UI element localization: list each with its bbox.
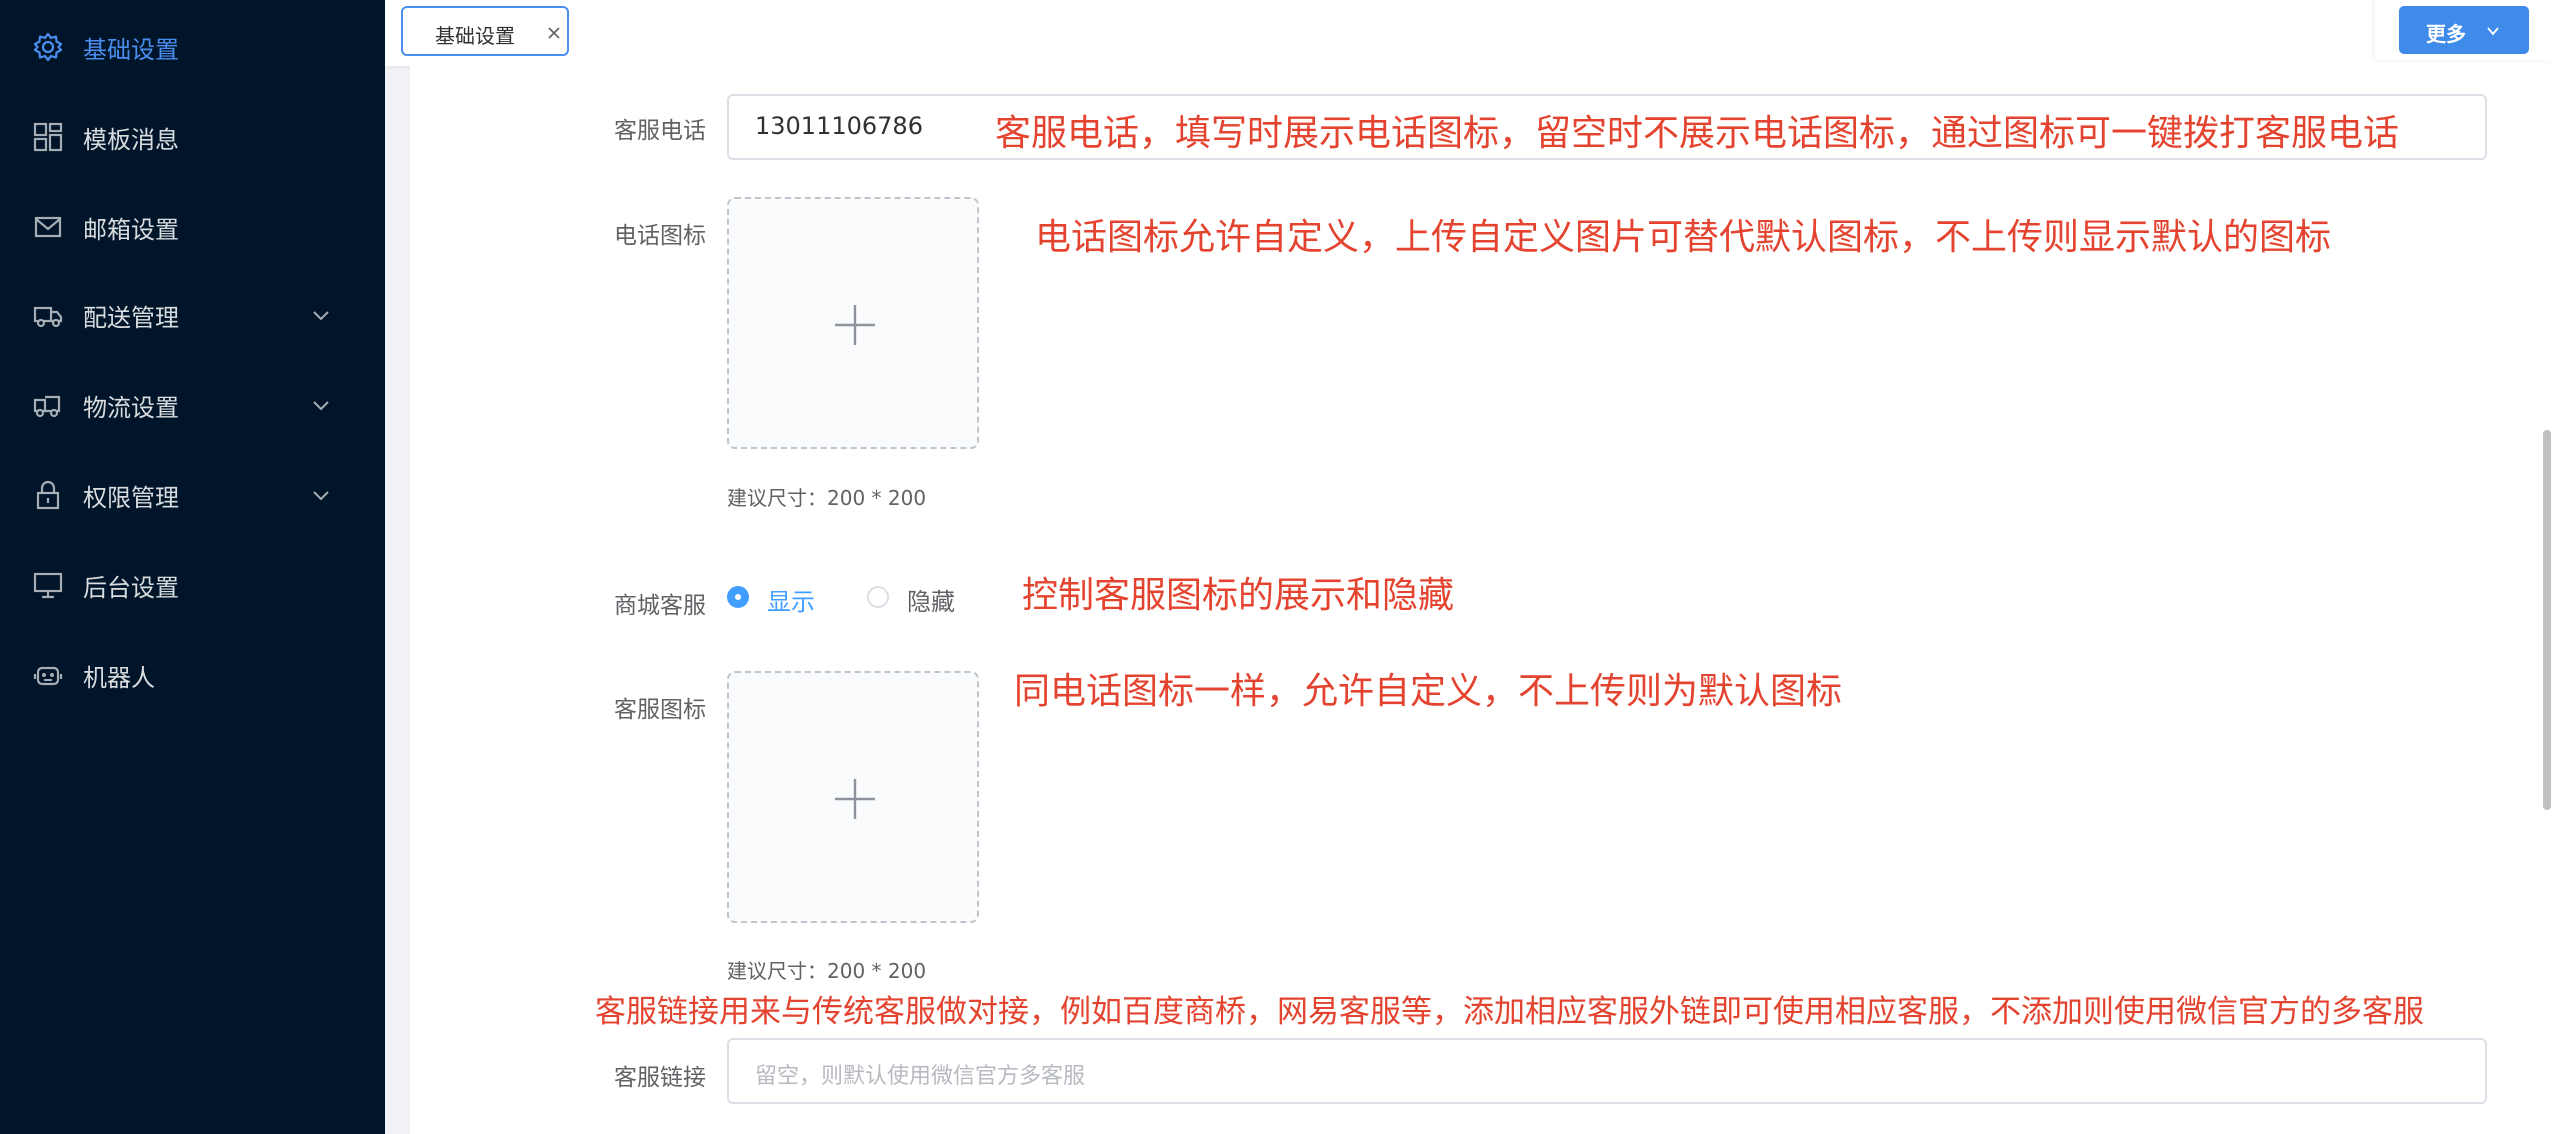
sidebar-item-basic-settings[interactable]: 基础设置 (0, 2, 385, 92)
chevron-down-icon (310, 394, 332, 416)
sidebar: 基础设置 模板消息 邮箱设置 配送管理 物流设置 权限管理 后台设置 机器人 (0, 0, 385, 1134)
radio-show-label: 显示 (767, 588, 815, 616)
sidebar-item-label: 后台设置 (83, 573, 179, 602)
sidebar-item-label: 物流设置 (83, 393, 179, 422)
service-icon-label: 客服图标 (614, 697, 706, 723)
sidebar-item-delivery-management[interactable]: 配送管理 (0, 270, 385, 360)
service-link-label: 客服链接 (614, 1065, 706, 1091)
sidebar-item-label: 机器人 (83, 663, 155, 692)
tab-bar: 基础设置 (385, 0, 2552, 66)
annotation-service-link: 客服链接用来与传统客服做对接，例如百度商桥，网易客服等，添加相应客服外链即可使用… (595, 994, 2424, 1030)
grid-icon (32, 121, 64, 153)
annotation-mall-service: 控制客服图标的展示和隐藏 (1022, 575, 1455, 616)
sidebar-item-label: 配送管理 (83, 303, 179, 332)
annotation-service-icon: 同电话图标一样，允许自定义，不上传则为默认图标 (1014, 671, 1843, 712)
phone-icon-label: 电话图标 (614, 223, 706, 249)
mall-service-label: 商城客服 (614, 593, 706, 619)
service-link-placeholder: 留空，则默认使用微信官方多客服 (755, 1064, 1086, 1089)
phone-icon-upload[interactable] (727, 197, 979, 449)
mail-icon (32, 211, 64, 243)
monitor-icon (32, 569, 64, 601)
service-icon-upload[interactable] (727, 671, 979, 923)
sidebar-item-label: 权限管理 (83, 483, 179, 512)
annotation-phone-icon: 电话图标允许自定义，上传自定义图片可替代默认图标，不上传则显示默认的图标 (1035, 217, 2332, 258)
sidebar-item-label: 模板消息 (83, 125, 179, 154)
plus-icon (835, 779, 875, 819)
radio-hide-label: 隐藏 (907, 588, 955, 616)
radio-circle (867, 586, 889, 608)
lock-icon (32, 479, 64, 511)
service-link-input[interactable]: 留空，则默认使用微信官方多客服 (727, 1038, 2487, 1104)
chevron-down-icon (310, 304, 332, 326)
service-icon-size-hint: 建议尺寸：200 * 200 (727, 959, 927, 983)
more-button-label: 更多 (2426, 22, 2466, 46)
scrollbar-thumb[interactable] (2543, 430, 2551, 810)
phone-icon-size-hint: 建议尺寸：200 * 200 (727, 486, 927, 510)
sidebar-item-permission-management[interactable]: 权限管理 (0, 450, 385, 540)
service-phone-label: 客服电话 (614, 118, 706, 144)
plus-icon (835, 305, 875, 345)
gear-icon (32, 31, 64, 63)
chevron-down-icon (2485, 23, 2501, 39)
radio-circle (727, 586, 749, 608)
tab-basic-settings[interactable]: 基础设置 (401, 6, 569, 56)
annotation-service-phone: 客服电话，填写时展示电话图标，留空时不展示电话图标，通过图标可一键拨打客服电话 (995, 113, 2400, 154)
tab-label: 基础设置 (435, 24, 515, 48)
sidebar-item-logistics-settings[interactable]: 物流设置 (0, 360, 385, 450)
sidebar-item-mail-settings[interactable]: 邮箱设置 (0, 182, 385, 272)
sidebar-item-template-message[interactable]: 模板消息 (0, 92, 385, 182)
sidebar-item-robot[interactable]: 机器人 (0, 630, 385, 720)
service-phone-value: 13011106786 (755, 112, 923, 140)
sidebar-item-label: 邮箱设置 (83, 215, 179, 244)
delivery-truck-icon (32, 299, 64, 331)
more-button[interactable]: 更多 (2399, 6, 2529, 54)
robot-icon (32, 659, 64, 691)
chevron-down-icon (310, 484, 332, 506)
logistics-truck-icon (32, 389, 64, 421)
close-icon[interactable] (547, 26, 561, 40)
sidebar-item-label: 基础设置 (83, 35, 179, 64)
sidebar-item-admin-settings[interactable]: 后台设置 (0, 540, 385, 630)
